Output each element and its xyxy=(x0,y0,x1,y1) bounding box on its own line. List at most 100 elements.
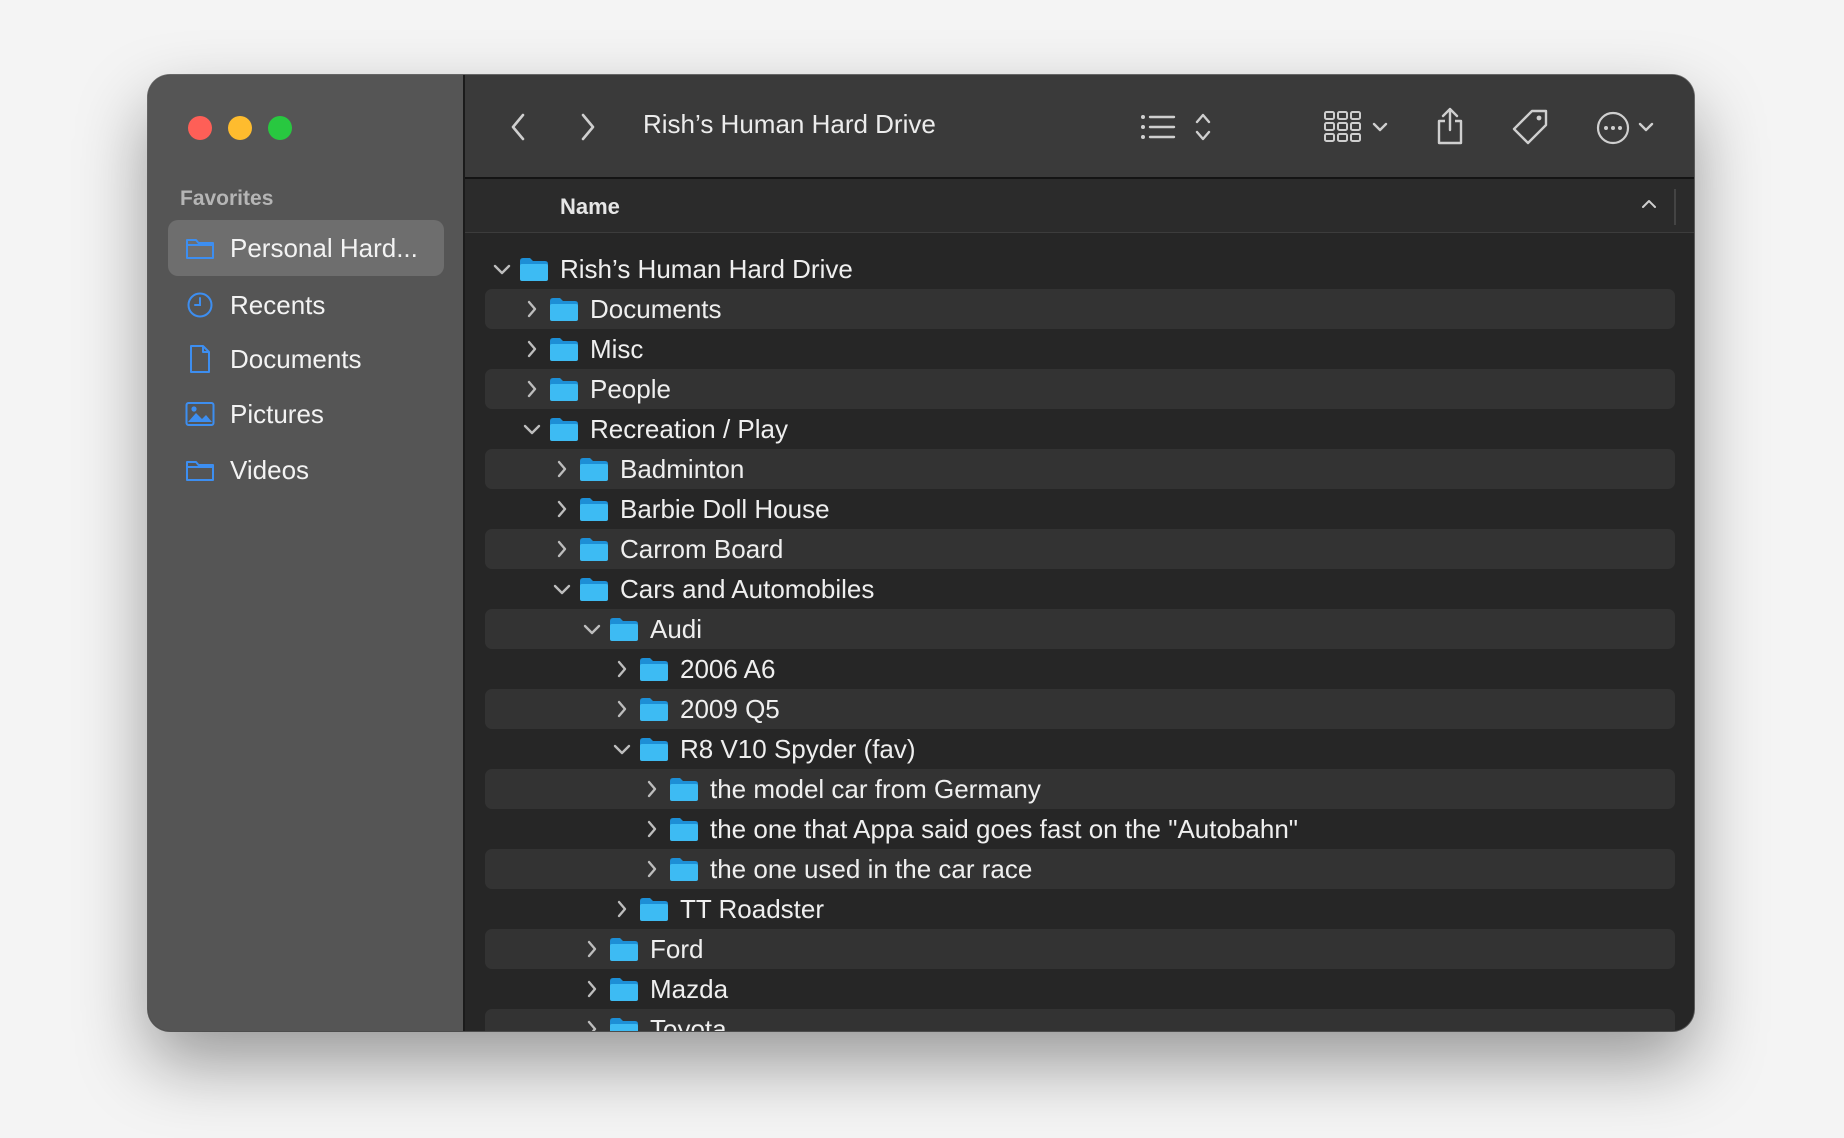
disclosure-collapsed-icon[interactable] xyxy=(547,449,577,489)
share-icon[interactable] xyxy=(1433,105,1467,147)
disclosure-collapsed-icon[interactable] xyxy=(607,689,637,729)
table-row[interactable]: Audi xyxy=(485,609,1675,649)
disclosure-expanded-icon[interactable] xyxy=(487,249,517,289)
photo-icon xyxy=(184,398,216,430)
folder-icon xyxy=(638,729,670,769)
table-row[interactable]: Rish’s Human Hard Drive xyxy=(485,249,1675,289)
tag-icon[interactable] xyxy=(1510,107,1550,147)
sidebar-item-pictures[interactable]: Pictures xyxy=(168,386,444,442)
table-row[interactable]: 2006 A6 xyxy=(485,649,1675,689)
finder-window: Favorites Personal Hard... Recents Docum… xyxy=(148,75,1694,1031)
folder-icon xyxy=(548,289,580,329)
folder-icon xyxy=(548,329,580,369)
table-row[interactable]: Documents xyxy=(485,289,1675,329)
disclosure-collapsed-icon[interactable] xyxy=(577,929,607,969)
table-row[interactable]: People xyxy=(485,369,1675,409)
table-row[interactable]: 2009 Q5 xyxy=(485,689,1675,729)
chevron-down-icon[interactable] xyxy=(1371,119,1389,135)
disclosure-collapsed-icon[interactable] xyxy=(637,849,667,889)
table-row[interactable]: Toyota xyxy=(485,1009,1675,1031)
list-view-icon[interactable] xyxy=(1139,111,1177,143)
disclosure-collapsed-icon[interactable] xyxy=(547,489,577,529)
forward-icon[interactable] xyxy=(573,108,603,146)
folder-icon xyxy=(608,929,640,969)
sidebar-item-label: Recents xyxy=(230,289,326,320)
sidebar-item-recents[interactable]: Recents xyxy=(168,277,444,333)
table-row[interactable]: Mazda xyxy=(485,969,1675,1009)
row-label: R8 V10 Spyder (fav) xyxy=(680,733,916,764)
row-label: Audi xyxy=(650,613,703,644)
table-row[interactable]: Ford xyxy=(485,929,1675,969)
close-button[interactable] xyxy=(188,116,212,140)
sidebar-item-videos[interactable]: Videos xyxy=(168,442,444,498)
row-label: the one used in the car race xyxy=(710,853,1033,884)
grid-view-icon[interactable] xyxy=(1323,109,1363,145)
disclosure-expanded-icon[interactable] xyxy=(547,569,577,609)
folder-icon xyxy=(548,409,580,449)
disclosure-collapsed-icon[interactable] xyxy=(547,529,577,569)
disclosure-expanded-icon[interactable] xyxy=(577,609,607,649)
row-label: Badminton xyxy=(620,453,745,484)
disclosure-collapsed-icon[interactable] xyxy=(637,769,667,809)
table-row[interactable]: Badminton xyxy=(485,449,1675,489)
minimize-button[interactable] xyxy=(228,116,252,140)
folder-icon xyxy=(668,769,700,809)
main-pane: Rish’s Human Hard Drive Name Rish’s Huma… xyxy=(465,75,1694,1031)
table-row[interactable]: the model car from Germany xyxy=(485,769,1675,809)
name-column-header[interactable]: Name xyxy=(560,194,620,220)
row-label: 2006 A6 xyxy=(680,653,776,684)
column-header: Name xyxy=(465,179,1694,233)
table-row[interactable]: TT Roadster xyxy=(485,889,1675,929)
column-divider xyxy=(1674,189,1676,225)
back-icon[interactable] xyxy=(503,108,533,146)
favorites-heading: Favorites xyxy=(180,187,274,210)
folder-icon xyxy=(668,809,700,849)
disclosure-collapsed-icon[interactable] xyxy=(607,889,637,929)
folder-icon xyxy=(608,609,640,649)
row-label: the one that Appa said goes fast on the … xyxy=(710,813,1299,844)
table-row[interactable]: Recreation / Play xyxy=(485,409,1675,449)
table-row[interactable]: Cars and Automobiles xyxy=(485,569,1675,609)
row-label: People xyxy=(590,373,671,404)
row-label: Cars and Automobiles xyxy=(620,573,875,604)
disclosure-collapsed-icon[interactable] xyxy=(577,969,607,1009)
table-row[interactable]: Barbie Doll House xyxy=(485,489,1675,529)
row-label: Documents xyxy=(590,293,722,324)
sidebar-item-label: Videos xyxy=(230,454,310,485)
row-label: Barbie Doll House xyxy=(620,493,830,524)
folder-icon xyxy=(638,689,670,729)
disclosure-collapsed-icon[interactable] xyxy=(517,369,547,409)
chevron-down-icon[interactable] xyxy=(1637,119,1655,135)
disclosure-expanded-icon[interactable] xyxy=(607,729,637,769)
table-row[interactable]: Carrom Board xyxy=(485,529,1675,569)
sidebar-item-documents[interactable]: Documents xyxy=(168,331,444,387)
disclosure-collapsed-icon[interactable] xyxy=(577,1009,607,1031)
folder-icon xyxy=(548,369,580,409)
sidebar-item-personal-hard-drive[interactable]: Personal Hard... xyxy=(168,220,444,276)
row-label: Mazda xyxy=(650,973,729,1004)
sort-ascending-icon[interactable] xyxy=(1640,197,1658,216)
folder-icon xyxy=(578,569,610,609)
table-row[interactable]: Misc xyxy=(485,329,1675,369)
folder-icon xyxy=(638,649,670,689)
disclosure-collapsed-icon[interactable] xyxy=(517,329,547,369)
folder-icon xyxy=(578,449,610,489)
sort-icon[interactable] xyxy=(1193,109,1213,145)
row-label: Recreation / Play xyxy=(590,413,788,444)
folder-icon xyxy=(668,849,700,889)
row-label: Toyota xyxy=(650,1013,727,1032)
table-row[interactable]: the one used in the car race xyxy=(485,849,1675,889)
disclosure-collapsed-icon[interactable] xyxy=(517,289,547,329)
disclosure-collapsed-icon[interactable] xyxy=(637,809,667,849)
folder-icon xyxy=(578,529,610,569)
folder-icon xyxy=(608,1009,640,1031)
disclosure-expanded-icon[interactable] xyxy=(517,409,547,449)
table-row[interactable]: the one that Appa said goes fast on the … xyxy=(485,809,1675,849)
window-title: Rish’s Human Hard Drive xyxy=(643,109,936,139)
folder-icon xyxy=(608,969,640,1009)
window-controls xyxy=(188,116,292,140)
table-row[interactable]: R8 V10 Spyder (fav) xyxy=(485,729,1675,769)
zoom-button[interactable] xyxy=(268,116,292,140)
more-icon[interactable] xyxy=(1595,110,1631,146)
disclosure-collapsed-icon[interactable] xyxy=(607,649,637,689)
